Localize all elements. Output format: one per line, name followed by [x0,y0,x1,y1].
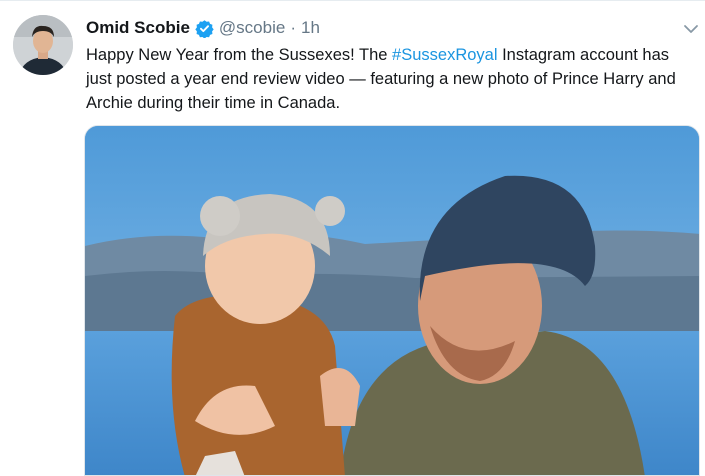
tweet-text: Happy New Year from the Sussexes! The #S… [86,43,698,115]
separator-dot: · [290,18,296,37]
author-handle[interactable]: @scobie [219,18,285,38]
tweet[interactable]: Omid Scobie @scobie · 1h Happy New Year … [0,0,705,476]
divider [0,0,705,1]
author-name[interactable]: Omid Scobie [86,18,190,38]
chevron-down-icon[interactable] [683,22,699,34]
tweet-timestamp[interactable]: 1h [301,18,320,38]
tweet-text-start: Happy New Year from the Sussexes! The [86,46,393,64]
tweet-photo[interactable] [84,125,700,476]
avatar[interactable] [13,15,73,75]
verified-badge-icon [195,19,214,39]
hashtag-link[interactable]: #SussexRoyal [392,46,497,64]
tweet-header: Omid Scobie @scobie · 1h [86,15,320,41]
